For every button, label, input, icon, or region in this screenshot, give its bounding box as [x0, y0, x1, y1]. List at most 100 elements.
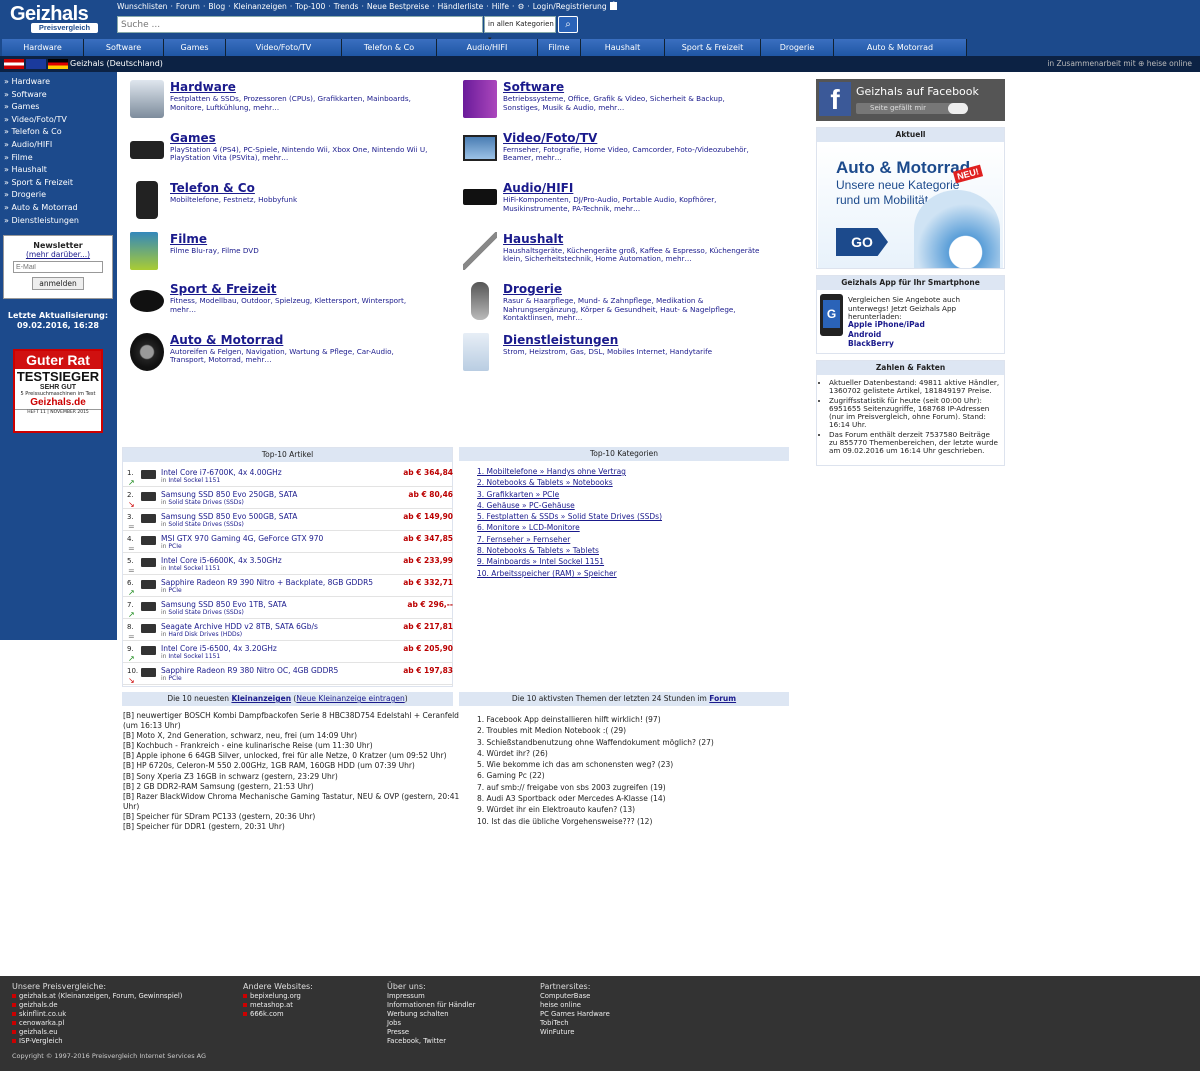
- product-price[interactable]: ab € 197,83: [403, 666, 453, 675]
- classified-item[interactable]: [B] 2 GB DDR2-RAM Samsung (gestern, 21:5…: [123, 782, 453, 792]
- footer-link[interactable]: skinflint.co.uk: [19, 1010, 66, 1018]
- nav-tab[interactable]: Sport & Freizeit: [665, 39, 761, 56]
- table-row[interactable]: 7. ↗ Samsung SSD 850 Evo 1TB, SATA in Solid…: [123, 598, 453, 619]
- top-link[interactable]: Blog: [208, 2, 225, 11]
- sidebar-item[interactable]: » Telefon & Co: [4, 126, 114, 139]
- sidebar-item[interactable]: » Haushalt: [4, 164, 114, 177]
- product-category-link[interactable]: Hard Disk Drives (HDDs): [168, 631, 242, 638]
- product-price[interactable]: ab € 296,--: [407, 600, 453, 609]
- nav-tab[interactable]: Auto & Motorrad: [834, 39, 967, 56]
- product-category-link[interactable]: Solid State Drives (SSDs): [168, 499, 243, 506]
- top-link[interactable]: Trends: [334, 2, 359, 11]
- footer-link[interactable]: cenowarka.pl: [19, 1019, 64, 1027]
- product-name-link[interactable]: Samsung SSD 850 Evo 250GB, SATA: [161, 490, 297, 499]
- table-row[interactable]: 6. ↗ Sapphire Radeon R9 390 Nitro + Backpl…: [123, 576, 453, 597]
- classified-item[interactable]: [B] Speicher für DDR1 (gestern, 20:31 Uh…: [123, 822, 453, 832]
- table-row[interactable]: 4. = MSI GTX 970 Gaming 4G, GeForce GTX 97…: [123, 532, 453, 553]
- sidebar-item[interactable]: » Dienstleistungen: [4, 215, 114, 228]
- category-subcategories[interactable]: Filme Blu-ray, Filme DVD: [170, 246, 430, 256]
- document-gear-icon[interactable]: [463, 332, 489, 371]
- top-link[interactable]: Hilfe: [492, 2, 509, 11]
- forum-topic-item[interactable]: 1. Facebook App deinstallieren hilft wir…: [477, 714, 789, 725]
- product-price[interactable]: ab € 233,99: [403, 556, 453, 565]
- classifieds-link[interactable]: Kleinanzeigen: [231, 694, 291, 703]
- forum-topic-item[interactable]: 10. Ist das die übliche Vorgehensweise??…: [477, 816, 789, 827]
- sidebar-item[interactable]: » Software: [4, 89, 114, 102]
- facebook-widget[interactable]: f Geizhals auf Facebook Seite gefällt mi…: [816, 79, 1005, 121]
- product-name-link[interactable]: Seagate Archive HDD v2 8TB, SATA 6Gb/s: [161, 622, 318, 631]
- tire-icon[interactable]: [130, 332, 164, 371]
- product-name-link[interactable]: Samsung SSD 850 Evo 1TB, SATA: [161, 600, 287, 609]
- product-name-link[interactable]: MSI GTX 970 Gaming 4G, GeForce GTX 970: [161, 534, 323, 543]
- classified-item[interactable]: [B] Razer BlackWidow Chroma Mechanische …: [123, 792, 459, 802]
- product-name-link[interactable]: Samsung SSD 850 Evo 500GB, SATA: [161, 512, 297, 521]
- category-subcategories[interactable]: Festplatten & SSDs, Prozessoren (CPUs), …: [170, 94, 430, 112]
- category-title-link[interactable]: Audio/HIFI: [503, 181, 573, 195]
- product-thumbnail[interactable]: [141, 536, 156, 545]
- classified-item[interactable]: [B] Apple iphone 6 64GB Silver, unlocked…: [123, 751, 453, 761]
- product-thumbnail[interactable]: [141, 580, 156, 589]
- nav-tab[interactable]: Games: [164, 39, 226, 56]
- product-thumbnail[interactable]: [141, 624, 156, 633]
- top-category-item[interactable]: 8. Notebooks & Tablets » Tablets: [477, 545, 789, 556]
- search-input[interactable]: [117, 16, 483, 33]
- facebook-icon[interactable]: f: [609, 2, 617, 10]
- console-icon[interactable]: [130, 140, 164, 159]
- product-category-link[interactable]: Solid State Drives (SSDs): [168, 521, 243, 528]
- forum-topic-item[interactable]: 2. Troubles mit Medion Notebook :( (29): [477, 725, 789, 736]
- product-thumbnail[interactable]: [141, 470, 156, 479]
- product-category-link[interactable]: Intel Sockel 1151: [168, 477, 220, 484]
- footer-link[interactable]: geizhals.eu: [19, 1028, 58, 1036]
- movie-icon[interactable]: [130, 231, 158, 270]
- product-price[interactable]: ab € 217,81: [403, 622, 453, 631]
- category-subcategories[interactable]: Mobiltelefone, Festnetz, Hobbyfunk: [170, 195, 430, 205]
- category-title-link[interactable]: Dienstleistungen: [503, 333, 618, 347]
- receiver-icon[interactable]: [463, 189, 497, 205]
- top-category-item[interactable]: 6. Monitore » LCD-Monitore: [477, 522, 789, 533]
- footer-link[interactable]: 666k.com: [250, 1010, 284, 1018]
- footer-link[interactable]: PC Games Hardware: [540, 1010, 610, 1018]
- top-link[interactable]: Login/Registrierung: [533, 2, 607, 11]
- product-name-link[interactable]: Intel Core i5-6600K, 4x 3.50GHz: [161, 556, 282, 565]
- top-category-item[interactable]: 1. Mobiltelefone » Handys ohne Vertrag: [477, 466, 789, 477]
- category-title-link[interactable]: Video/Foto/TV: [503, 131, 597, 145]
- footer-link[interactable]: Informationen für Händler: [387, 1001, 475, 1009]
- table-row[interactable]: 2. ↘ Samsung SSD 850 Evo 250GB, SATA in Sol…: [123, 488, 453, 509]
- nav-tab[interactable]: Hardware: [2, 39, 84, 56]
- footer-link[interactable]: ComputerBase: [540, 992, 590, 1000]
- product-name-link[interactable]: Sapphire Radeon R9 380 Nitro OC, 4GB GDD…: [161, 666, 338, 675]
- top-link[interactable]: Neue Bestpreise: [367, 2, 429, 11]
- top-category-item[interactable]: 3. Grafikkarten » PCIe: [477, 489, 789, 500]
- new-classified-link[interactable]: Neue Kleinanzeige eintragen: [296, 694, 404, 703]
- top-category-item[interactable]: 10. Arbeitsspeicher (RAM) » Speicher: [477, 568, 789, 579]
- category-title-link[interactable]: Hardware: [170, 80, 236, 94]
- tv-icon[interactable]: [463, 134, 497, 161]
- category-select[interactable]: in allen Kategorien ▾: [484, 16, 556, 43]
- nav-tab[interactable]: Audio/HIFI: [437, 39, 538, 56]
- category-subcategories[interactable]: PlayStation 4 (PS4), PC-Spiele, Nintendo…: [170, 145, 430, 163]
- flag-eu-icon[interactable]: [26, 59, 46, 69]
- country-flags[interactable]: [4, 59, 68, 69]
- top-category-item[interactable]: 2. Notebooks & Tablets » Notebooks: [477, 477, 789, 488]
- category-subcategories[interactable]: Betriebssysteme, Office, Grafik & Video,…: [503, 94, 763, 112]
- shaver-icon[interactable]: [471, 282, 489, 320]
- footer-link[interactable]: ISP-Vergleich: [19, 1037, 63, 1045]
- nav-tab[interactable]: Drogerie: [761, 39, 834, 56]
- sidebar-item[interactable]: » Sport & Freizeit: [4, 177, 114, 190]
- top-category-item[interactable]: 4. Gehäuse » PC-Gehäuse: [477, 500, 789, 511]
- product-category-link[interactable]: Intel Sockel 1151: [168, 565, 220, 572]
- sidebar-item[interactable]: » Audio/HIFI: [4, 139, 114, 152]
- top-link[interactable]: Händlerliste: [438, 2, 484, 11]
- category-subcategories[interactable]: HiFi-Komponenten, DJ/Pro-Audio, Portable…: [503, 195, 763, 213]
- table-row[interactable]: 8. = Seagate Archive HDD v2 8TB, SATA 6Gb/…: [123, 620, 453, 641]
- classified-item[interactable]: Uhr): [123, 802, 453, 812]
- category-title-link[interactable]: Telefon & Co: [170, 181, 255, 195]
- category-subcategories[interactable]: Fernseher, Fotografie, Home Video, Camco…: [503, 145, 763, 163]
- product-category-link[interactable]: Intel Sockel 1151: [168, 653, 220, 660]
- forum-topic-item[interactable]: 7. auf smb:// freigabe von sbs 2003 zugr…: [477, 782, 789, 793]
- footer-link[interactable]: Impressum: [387, 992, 425, 1000]
- partner-label[interactable]: in Zusammenarbeit mit ⊕ heise online: [1047, 59, 1192, 68]
- flag-austria-icon[interactable]: [4, 59, 24, 69]
- footer-link[interactable]: Presse: [387, 1028, 409, 1036]
- forum-topic-item[interactable]: 6. Gaming Pc (22): [477, 770, 789, 781]
